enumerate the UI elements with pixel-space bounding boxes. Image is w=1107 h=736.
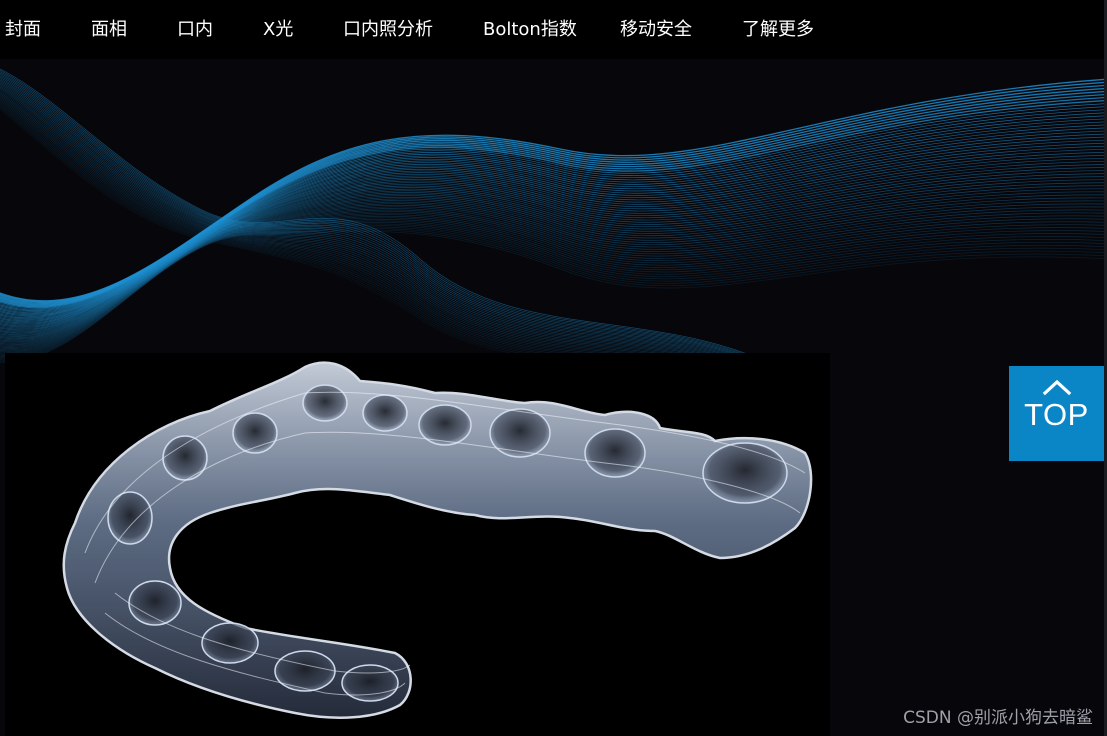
watermark-text: CSDN @别派小狗去暗鲨 [903,708,1093,728]
chevron-up-icon [1042,379,1071,396]
back-to-top-button[interactable]: TOP [1009,366,1104,461]
top-navigation-bar: 封面 面相 口内 X光 口内照分析 Bolton指数 移动安全 了解更多 [0,0,1104,59]
hero-banner [0,59,1104,736]
nav-item-xray[interactable]: X光 [263,0,293,59]
nav-item-bolton-index[interactable]: Bolton指数 [483,0,577,59]
clear-aligner-image [62,361,813,719]
page: 封面 面相 口内 X光 口内照分析 Bolton指数 移动安全 了解更多 TOP… [0,0,1107,736]
nav-item-face[interactable]: 面相 [91,0,127,59]
nav-item-movement-safety[interactable]: 移动安全 [620,0,692,59]
aligner-image-panel [5,353,830,736]
back-to-top-label: TOP [1024,397,1089,432]
nav-item-cover[interactable]: 封面 [5,0,41,59]
nav-item-intraoral[interactable]: 口内 [177,0,213,59]
nav-item-learn-more[interactable]: 了解更多 [742,0,814,59]
nav-item-intraoral-photo-analysis[interactable]: 口内照分析 [343,0,433,59]
